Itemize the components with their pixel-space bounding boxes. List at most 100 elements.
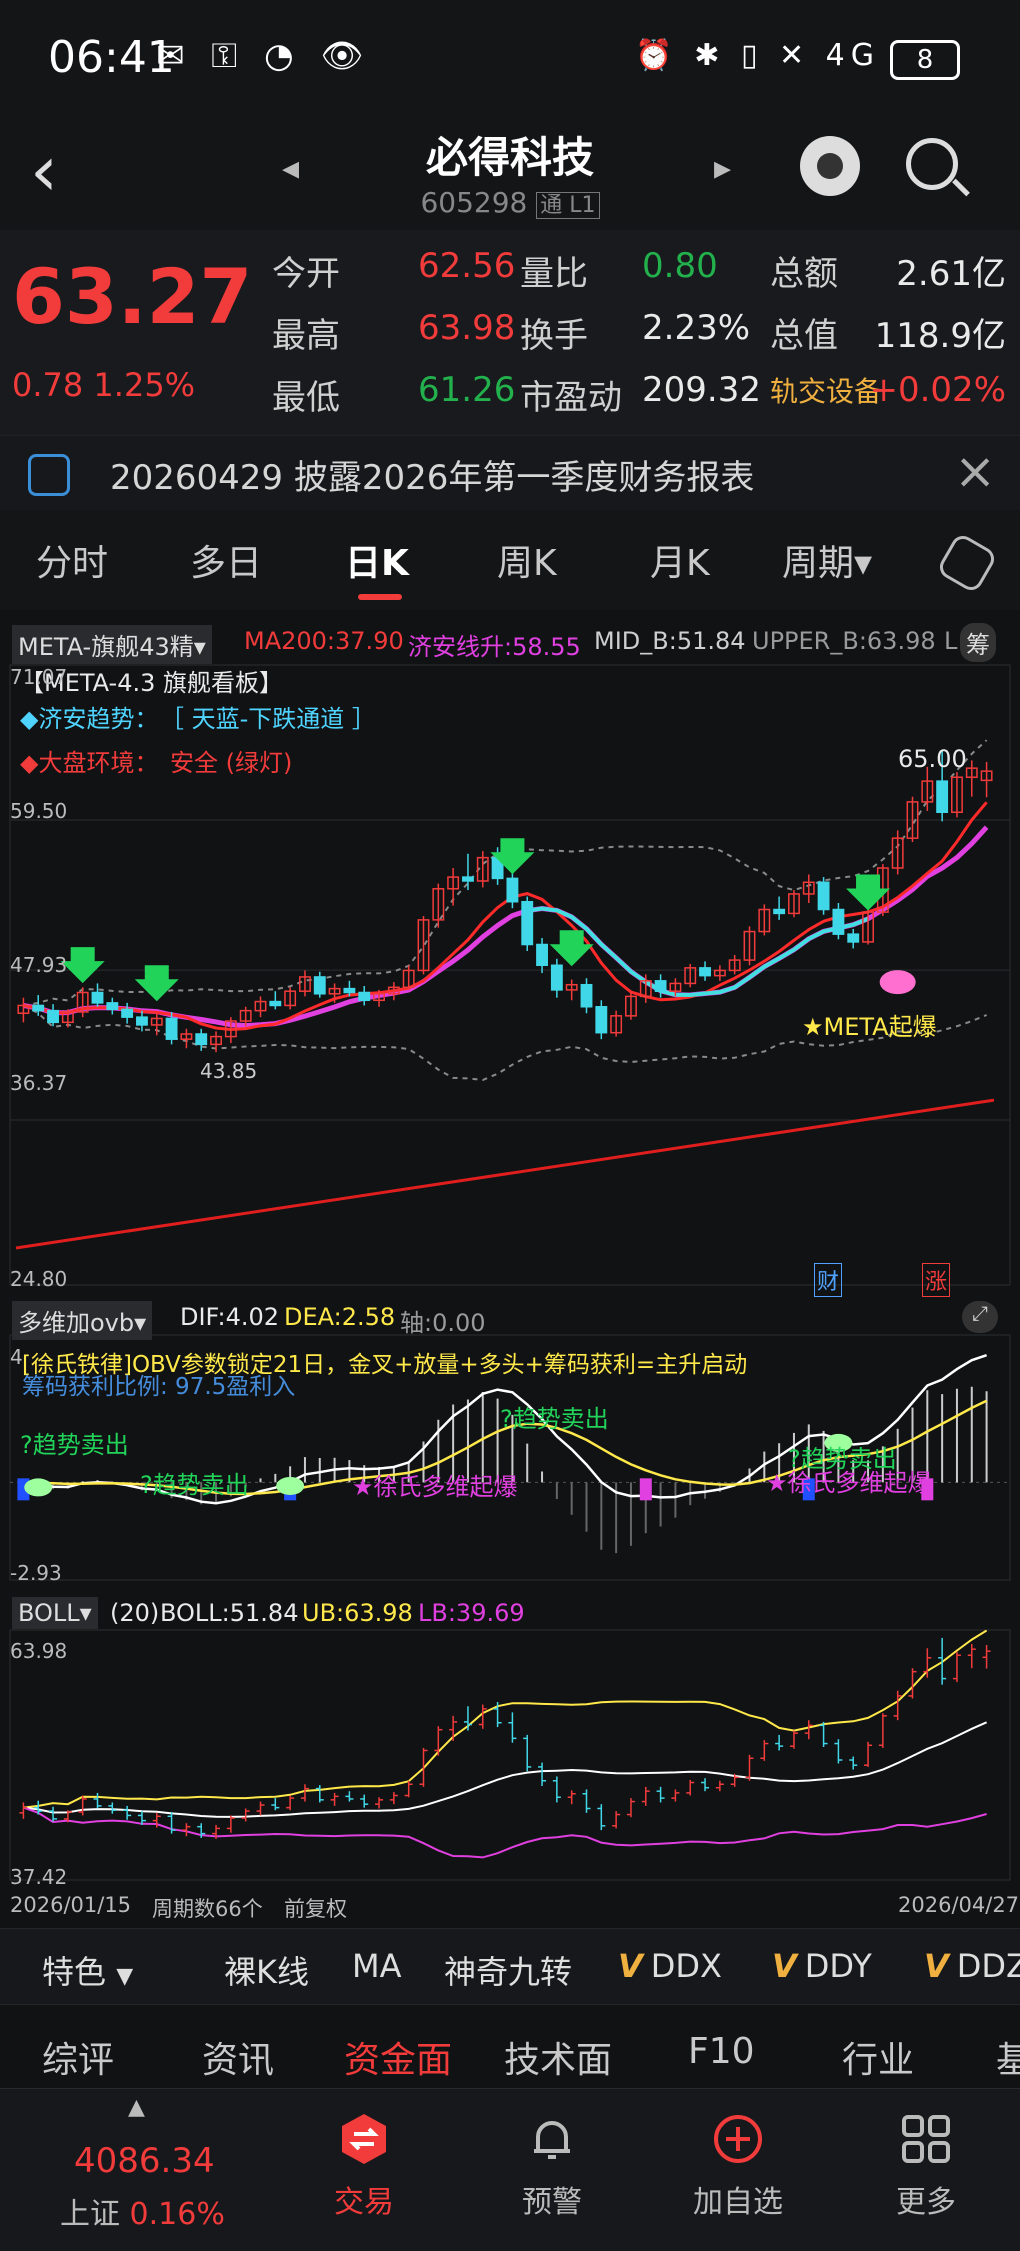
feature-special[interactable]: 特色 ▼ — [42, 1947, 133, 1993]
kline-chart-area[interactable]: META-旗舰43精▾ MA200:37.90 济安线升:58.55 MID_B… — [0, 615, 1020, 1925]
bottom-nav: ▲ 4086.34 上证 0.16% 交易 预警 加自选 更多 — [0, 2088, 1020, 2251]
kline-chart-svg[interactable] — [0, 615, 1020, 1925]
index-change: 0.16% — [129, 2197, 225, 2232]
close-icon[interactable]: × — [954, 442, 996, 500]
tab-daily-k[interactable]: 日K — [345, 534, 409, 586]
feature-special-label: 特色 — [42, 1953, 107, 1991]
sub-indicator-select[interactable]: 多维加ovb▾ — [12, 1301, 153, 1340]
candle-body — [136, 1016, 148, 1026]
legend-upper-b: UPPER_B:63.98 — [752, 627, 936, 655]
nav-alert[interactable]: 预警 — [482, 2111, 622, 2221]
candle-body — [195, 1033, 208, 1046]
nav-add-watchlist[interactable]: 加自选 — [668, 2111, 808, 2221]
feature-naked-k[interactable]: 裸K线 — [224, 1947, 309, 1993]
quote-value: 2.23% — [642, 308, 751, 348]
quote-label: 量比 — [520, 254, 588, 294]
candle-body — [506, 877, 519, 903]
boll-upper-value: UB:63.98 — [302, 1599, 413, 1627]
index-label[interactable]: 上证 0.16% — [60, 2189, 225, 2233]
limit-up-badge[interactable]: 涨 — [922, 1263, 951, 1297]
signal-sell-2: ?趋势卖出 — [140, 1471, 249, 1499]
tab-industry[interactable]: 行业 — [842, 2031, 914, 2083]
axis-value: 轴:0.00 — [400, 1309, 486, 1337]
volume-magenta-bar — [639, 1478, 652, 1501]
tab-technical[interactable]: 技术面 — [504, 2031, 612, 2083]
candle-body — [32, 1004, 45, 1012]
nav-more[interactable]: 更多 — [856, 2111, 996, 2221]
candle-body — [121, 1008, 134, 1018]
signal-boom-1: ★徐氏多维起爆 — [352, 1473, 518, 1501]
feature-ddy[interactable]: V DDY — [772, 1947, 872, 1985]
chart-period-tabs: 分时 多日 日K 周K 月K 周期▾ — [0, 510, 1020, 610]
owl-assistant-icon[interactable] — [800, 136, 860, 196]
tab-weekly-k[interactable]: 周K — [497, 534, 557, 586]
info-tabs: 综评 资讯 资金面 技术面 F10 行业 基 — [0, 2015, 1020, 2085]
price-change: 0.78 1.25% — [12, 366, 196, 404]
candle-body — [358, 991, 371, 1002]
feature-magic-nine[interactable]: 神奇九转 — [444, 1947, 572, 1993]
quote-label: 最低 — [272, 378, 340, 418]
nav-more-label: 更多 — [896, 2185, 956, 2220]
nav-trade[interactable]: 交易 — [294, 2111, 434, 2221]
boll-select[interactable]: BOLL▾ — [12, 1597, 98, 1629]
status-bar: 06:41 ✉ ⚿ ◔ 👁 ⏰ ✱ ▯ ✕ 4G 8 — [0, 0, 1020, 120]
feature-ddx-label: DDX — [650, 1947, 722, 1985]
macd-axis-top: 4 — [10, 1345, 23, 1369]
candle-body — [165, 1017, 178, 1040]
candle-body — [313, 976, 326, 995]
candle-body — [521, 900, 534, 946]
tab-capital[interactable]: 资金面 — [344, 2031, 452, 2083]
signal-boom-2: ★徐氏多维起爆 — [766, 1469, 932, 1497]
tab-multi-day[interactable]: 多日 — [190, 534, 262, 586]
tab-monthly-k[interactable]: 月K — [650, 534, 710, 586]
index-name: 上证 — [60, 2197, 120, 2232]
next-stock-arrow-icon[interactable]: ▸ — [714, 148, 731, 188]
sell-signal-marker — [276, 1476, 305, 1495]
legend-ma200: MA200:37.90 — [244, 627, 404, 655]
stock-code-badges: 通 L1 — [536, 192, 600, 219]
feature-ddz[interactable]: V DDZ — [924, 1947, 1020, 1985]
tab-news[interactable]: 资讯 — [202, 2031, 274, 2083]
boll-mid-value: BOLL:51.84 — [160, 1599, 299, 1627]
market-value: 安全 (绿灯) — [170, 749, 293, 777]
quote-panel: 63.27 0.78 1.25% 今开 62.56 量比 0.80 总额 2.61亿 最高 6… — [0, 230, 1020, 435]
feature-ddy-label: DDY — [804, 1947, 872, 1985]
candle-body — [817, 881, 830, 911]
boll-lower-value: LB:39.69 — [418, 1599, 525, 1627]
buy-arrow-icon — [60, 947, 105, 984]
index-value[interactable]: 4086.34 — [74, 2141, 215, 2181]
quote-label: 最高 — [272, 316, 340, 356]
stock-code: 605298 — [420, 186, 528, 219]
stock-code-line: 605298 通 L1 — [0, 186, 1020, 219]
notice-bar[interactable]: 20260429 披露2026年第一季度财务报表 × — [0, 435, 1020, 512]
financial-report-badge[interactable]: 财 — [814, 1263, 843, 1297]
vip-v-icon: V — [924, 1947, 949, 1985]
ma200-line — [15, 1098, 995, 1250]
expand-icon[interactable]: ⤢ — [962, 1301, 998, 1333]
settings-hex-icon[interactable] — [935, 531, 999, 595]
tab-period[interactable]: 周期▾ — [782, 534, 872, 586]
notice-text[interactable]: 20260429 披露2026年第一季度财务报表 — [110, 450, 754, 499]
buy-arrow-icon — [134, 965, 179, 1002]
search-icon[interactable] — [906, 138, 958, 190]
quote-label: 换手 — [520, 316, 588, 356]
candle-body — [462, 876, 474, 882]
caret-up-icon[interactable]: ▲ — [128, 2095, 145, 2120]
tab-intraday[interactable]: 分时 — [36, 534, 108, 586]
feature-ma[interactable]: MA — [352, 1947, 402, 1985]
feature-ddx[interactable]: V DDX — [618, 1947, 722, 1985]
chevron-down-icon: ▼ — [116, 1964, 134, 1989]
candle-body — [550, 964, 563, 991]
quote-value: 61.26 — [418, 370, 516, 410]
tab-more-cut[interactable]: 基 — [996, 2031, 1020, 2083]
chip-distribution-button[interactable]: 筹 — [960, 623, 996, 662]
tab-overview[interactable]: 综评 — [42, 2031, 114, 2083]
quote-value: 2.61亿 — [896, 254, 1006, 294]
adjust-mode[interactable]: 前复权 — [284, 1893, 347, 1923]
indicator-select[interactable]: META-旗舰43精▾ — [12, 625, 212, 664]
tab-f10[interactable]: F10 — [688, 2031, 755, 2072]
candle-body — [106, 1002, 119, 1011]
signal-sell-3: ?趋势卖出 — [500, 1405, 609, 1433]
trend-value: ［ 天蓝-下跌通道 ］ — [160, 705, 376, 733]
boll-panel-frame — [9, 1629, 1011, 1881]
